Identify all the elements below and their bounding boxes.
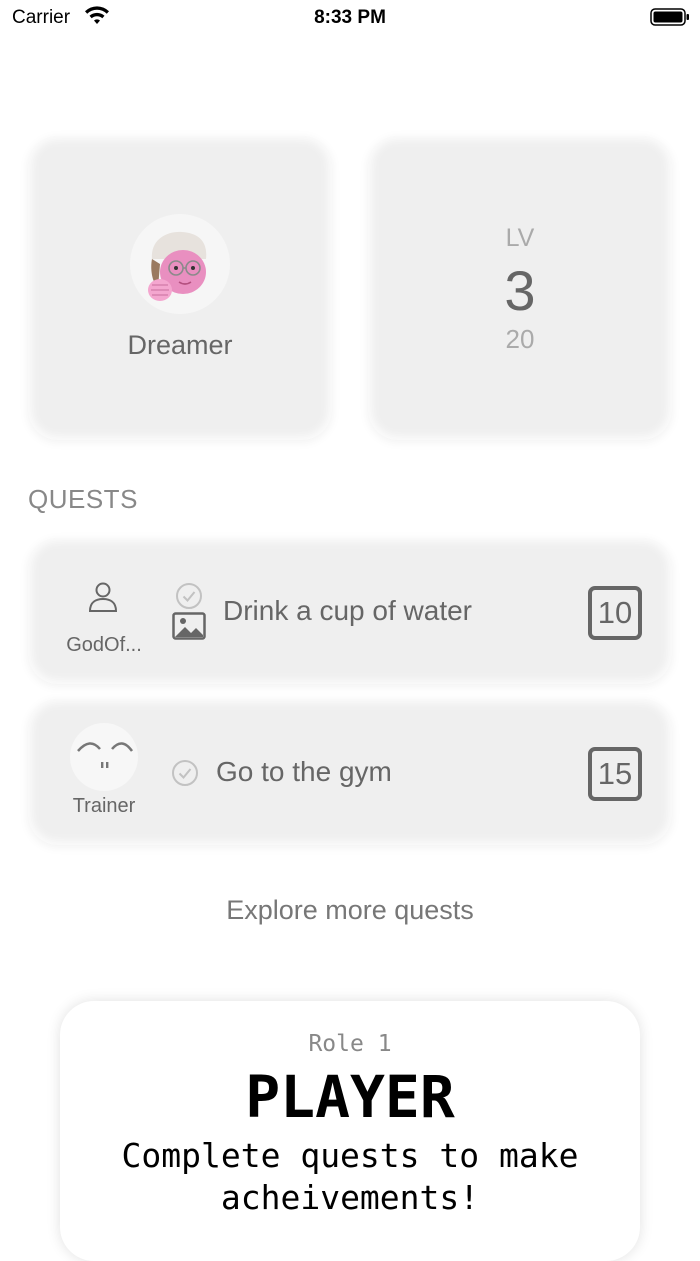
level-sub-value: 20 [505,324,535,354]
sleeping-face-icon [77,742,134,768]
checkmark-circle-icon[interactable] [171,759,199,787]
level-value: 3 [504,259,536,322]
role-description: Complete quests to make acheivements! [121,1136,579,1217]
status-bar: Carrier 8:33 PM [0,0,700,40]
role-label: Role 1 [308,1031,392,1057]
explore-more-quests-link[interactable]: Explore more quests [0,895,700,926]
role-name: PLAYER [245,1063,455,1131]
profile-name: Dreamer [127,330,233,360]
memoji-avatar-icon [148,231,207,301]
quest-card[interactable]: GodOf... Drink a cup of water 10 [28,538,672,684]
issuer-avatar [70,723,138,791]
level-label: LV [505,224,535,252]
profile-card[interactable]: Dreamer [28,136,332,440]
quest-card[interactable]: Trainer Go to the gym 15 [28,699,672,845]
quest-title: Drink a cup of water [223,595,472,626]
quest-points-badge: 15 [588,747,642,801]
level-card[interactable]: LV 3 20 [368,136,672,440]
quest-points-badge: 10 [588,586,642,640]
quest-issuer-name: GodOf... [66,634,142,656]
photo-icon[interactable] [172,612,206,640]
person-icon [88,582,118,612]
checkmark-circle-icon[interactable] [175,582,203,610]
quest-issuer-name: Trainer [72,795,136,817]
battery-icon [650,8,689,26]
role-card[interactable]: Role 1 PLAYER Complete quests to make ac… [60,1001,640,1261]
avatar [130,214,230,314]
quest-title: Go to the gym [216,756,392,787]
quests-section-title: QUESTS [28,484,138,514]
clock: 8:33 PM [314,7,386,28]
